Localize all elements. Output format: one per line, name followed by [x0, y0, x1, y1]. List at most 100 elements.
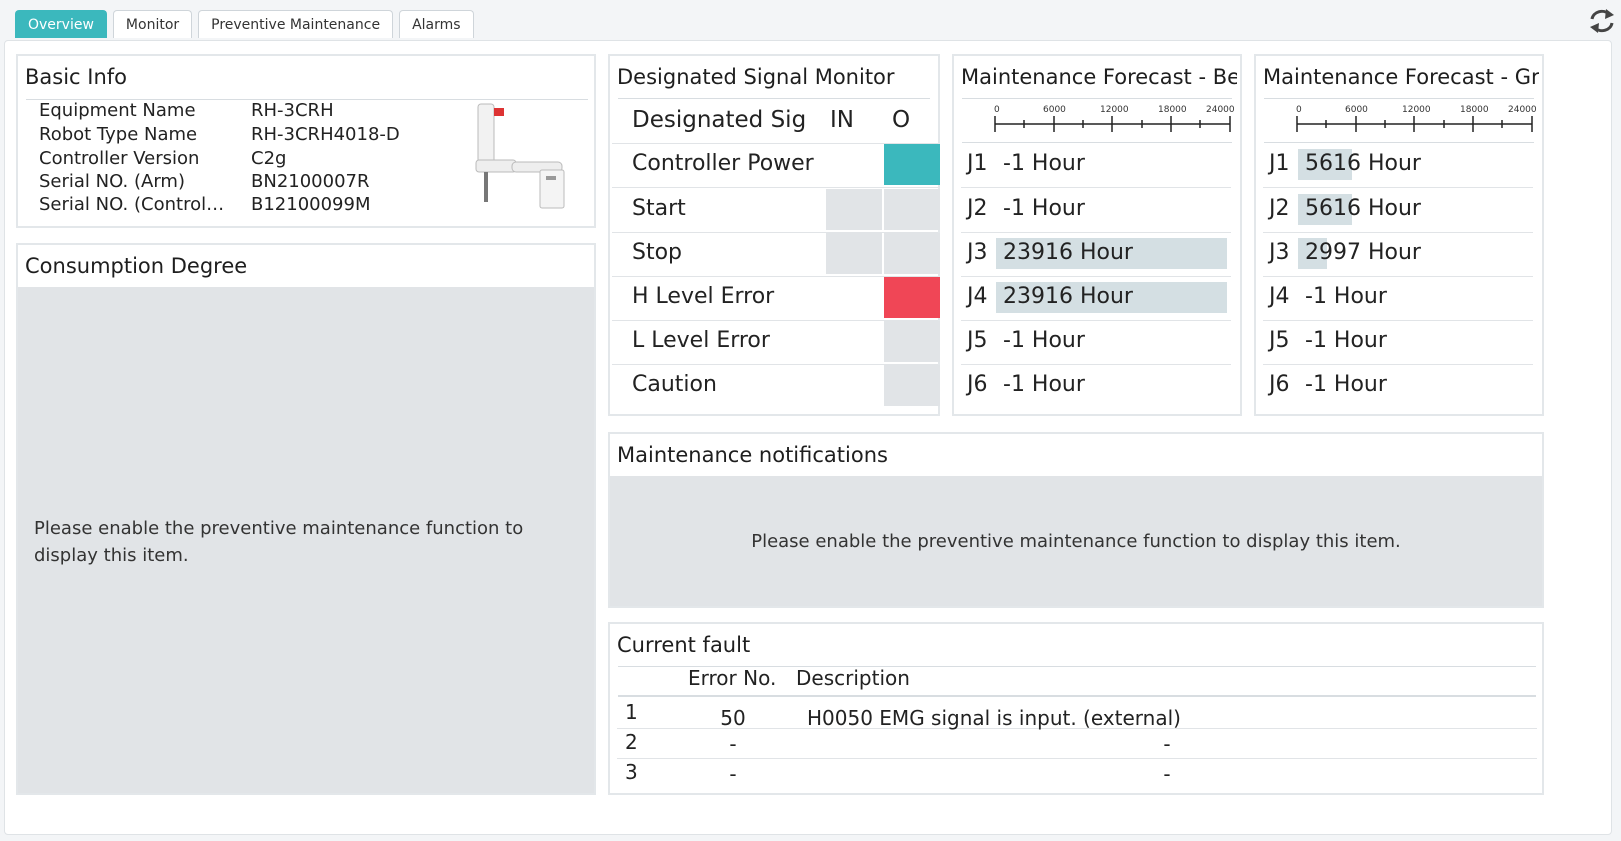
info-row-equipment-name: Equipment Name RH-3CRH — [39, 100, 439, 124]
signal-in-indicator — [826, 144, 882, 185]
forecast-row-j3: J3 2997 Hour — [1263, 232, 1533, 277]
info-key: Equipment Name — [39, 100, 196, 121]
forecast-axis-ruler — [994, 116, 1231, 132]
fault-header-description: Description — [796, 666, 910, 690]
signal-in-indicator — [826, 189, 882, 230]
signal-row-controller-power: Controller Power — [612, 143, 940, 188]
forecast-value: -1 Hour — [1305, 328, 1387, 353]
forecast-value: -1 Hour — [1305, 372, 1387, 397]
forecast-row-j5: J5 -1 Hour — [1263, 320, 1533, 365]
forecast-row-j1: J1 5616 Hour — [1263, 143, 1533, 188]
fault-header-error-no: Error No. — [688, 666, 777, 690]
info-row-controller-version: Controller Version C2g — [39, 148, 439, 172]
tab-bar: Overview Monitor Preventive Maintenance … — [15, 10, 474, 40]
fault-description: - — [1163, 762, 1171, 786]
forecast-row-j6: J6 -1 Hour — [1263, 364, 1533, 408]
fault-description: H0050 EMG signal is input. (external) — [807, 706, 1181, 730]
current-fault-title: Current fault — [617, 633, 751, 657]
joint-label: J1 — [967, 151, 988, 176]
fault-index: 3 — [625, 760, 638, 784]
consumption-placeholder: Please enable the preventive maintenance… — [18, 287, 594, 793]
refresh-icon — [1590, 9, 1614, 33]
info-key: Serial NO. (Controller) — [39, 194, 227, 215]
info-value: B12100099M — [251, 194, 371, 215]
tab-alarms[interactable]: Alarms — [399, 10, 474, 38]
forecast-row-j2: J2 -1 Hour — [961, 188, 1231, 233]
forecast-value: 23916 Hour — [1003, 240, 1133, 265]
signal-header-out: O — [892, 107, 911, 133]
fault-error-no: - — [729, 732, 737, 756]
info-value: BN2100007R — [251, 171, 370, 192]
consumption-message: Please enable the preventive maintenance… — [34, 518, 524, 566]
maintenance-notifications-panel: Maintenance notifications Please enable … — [608, 432, 1544, 608]
forecast-row-j6: J6 -1 Hour — [961, 364, 1231, 408]
forecast-grease-title: Maintenance Forecast - Gre — [1263, 65, 1539, 89]
forecast-grease-panel: Maintenance Forecast - Gre 0 6000 12000 … — [1254, 54, 1544, 416]
consumption-degree-panel: Consumption Degree Please enable the pre… — [16, 243, 596, 795]
signal-label: L Level Error — [632, 328, 770, 353]
tab-monitor[interactable]: Monitor — [112, 10, 193, 38]
forecast-row-j1: J1 -1 Hour — [961, 143, 1231, 188]
joint-label: J1 — [1269, 151, 1290, 176]
forecast-row-j4: J4 23916 Hour — [961, 276, 1231, 321]
forecast-value: -1 Hour — [1003, 372, 1085, 397]
tab-overview[interactable]: Overview — [15, 10, 107, 38]
signal-label: Caution — [632, 372, 717, 397]
signal-header-name: Designated Sig — [632, 107, 807, 133]
forecast-value: 2997 Hour — [1305, 240, 1421, 265]
signal-out-indicator — [884, 277, 940, 318]
forecast-value: 23916 Hour — [1003, 284, 1133, 309]
tab-preventive-maintenance[interactable]: Preventive Maintenance — [198, 10, 394, 38]
forecast-value: 5616 Hour — [1305, 151, 1421, 176]
signal-label: H Level Error — [632, 284, 775, 309]
forecast-value: -1 Hour — [1003, 151, 1085, 176]
fault-error-no: 50 — [720, 706, 746, 730]
signal-out-indicator — [884, 233, 940, 274]
signal-row-h-level-error: H Level Error — [612, 276, 940, 321]
joint-label: J4 — [967, 284, 988, 309]
signal-in-indicator — [826, 365, 882, 406]
current-fault-panel: Current fault Error No. Description 1 50… — [608, 622, 1544, 795]
forecast-row-j3: J3 23916 Hour — [961, 232, 1231, 277]
signal-monitor-panel: Designated Signal Monitor Designated Sig… — [608, 54, 940, 416]
info-value: RH-3CRH4018-D — [251, 124, 400, 145]
joint-label: J3 — [967, 240, 988, 265]
joint-label: J5 — [1269, 328, 1290, 353]
basic-info-panel: Basic Info Equipment Name RH-3CRH Robot … — [16, 54, 596, 228]
consumption-degree-title: Consumption Degree — [25, 254, 248, 278]
fault-row: 3 - - — [617, 758, 1537, 788]
fault-row: 2 - - — [617, 728, 1537, 759]
fault-error-no: - — [729, 762, 737, 786]
forecast-value: -1 Hour — [1003, 328, 1085, 353]
scara-robot-image — [475, 103, 565, 209]
notifications-message: Please enable the preventive maintenance… — [751, 531, 1401, 552]
info-key: Robot Type Name — [39, 124, 198, 145]
signal-monitor-title: Designated Signal Monitor — [617, 65, 895, 89]
info-key: Controller Version — [39, 148, 200, 169]
joint-label: J5 — [967, 328, 988, 353]
signal-out-indicator — [884, 189, 940, 230]
signal-in-indicator — [826, 321, 882, 362]
forecast-row-j4: J4 -1 Hour — [1263, 276, 1533, 321]
forecast-axis-ruler — [1296, 116, 1533, 132]
forecast-row-j2: J2 5616 Hour — [1263, 188, 1533, 233]
joint-label: J4 — [1269, 284, 1290, 309]
forecast-value: -1 Hour — [1305, 284, 1387, 309]
joint-label: J2 — [1269, 196, 1290, 221]
signal-out-indicator — [884, 365, 940, 406]
fault-index: 1 — [625, 700, 638, 724]
signal-out-indicator — [884, 144, 940, 185]
signal-label: Start — [632, 196, 686, 221]
signal-header-row: Designated Sig IN O — [612, 99, 938, 144]
signal-label: Stop — [632, 240, 683, 265]
fault-description: - — [1163, 732, 1171, 756]
joint-label: J2 — [967, 196, 988, 221]
signal-in-indicator — [826, 277, 882, 318]
info-row-serial-arm: Serial NO. (Arm) BN2100007R — [39, 171, 439, 195]
fault-index: 2 — [625, 730, 638, 754]
info-row-serial-controller: Serial NO. (Controller) B12100099M — [39, 194, 439, 218]
signal-row-l-level-error: L Level Error — [612, 320, 940, 365]
refresh-button[interactable] — [1587, 4, 1617, 38]
forecast-value: -1 Hour — [1003, 196, 1085, 221]
forecast-row-j5: J5 -1 Hour — [961, 320, 1231, 365]
